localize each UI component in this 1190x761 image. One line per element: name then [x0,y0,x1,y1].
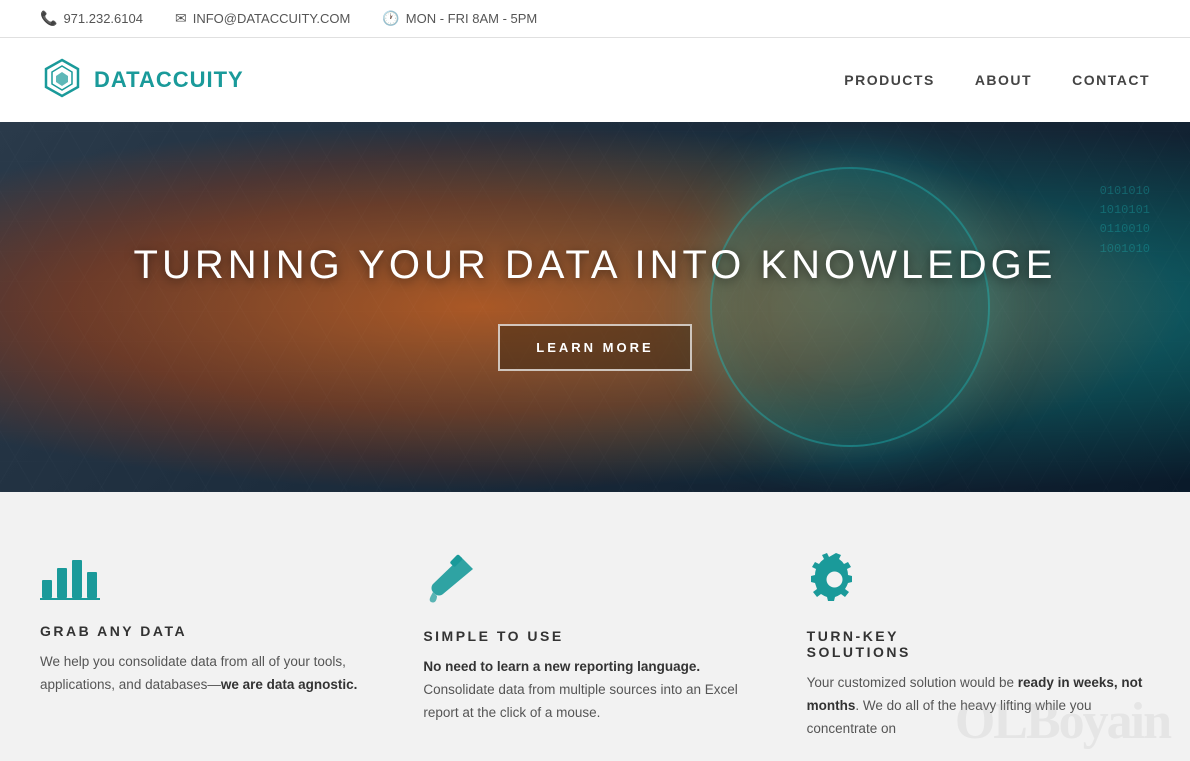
turnkey-icon-wrap [807,552,1150,612]
phone-icon: 📞 [40,10,57,27]
simple-icon-wrap [423,552,766,612]
hours-contact: 🕐 MON - FRI 8AM - 5PM [382,10,537,27]
phone-contact: 📞 971.232.6104 [40,10,143,27]
turnkey-desc: Your customized solution would be ready … [807,672,1150,741]
logo-icon [40,58,84,102]
logo-part2: CCUITY [156,67,244,92]
hero-title: TURNING YOUR DATA INTO KNOWLEDGE [134,243,1057,288]
binary-decoration: 0101010101010101100101001010 [1100,182,1150,259]
features-section: GRAB ANY DATA We help you consolidate da… [0,492,1190,761]
logo[interactable]: DATACCUITY [40,58,244,102]
top-bar: 📞 971.232.6104 ✉ INFO@DATACCUITY.COM 🕐 M… [0,0,1190,38]
turnkey-title: TURN-KEYSOLUTIONS [807,628,1150,660]
nav-contact[interactable]: CONTACT [1072,72,1150,88]
feature-simple-to-use: SIMPLE TO USE No need to learn a new rep… [423,552,766,741]
header: DATACCUITY PRODUCTS ABOUT CONTACT [0,38,1190,122]
simple-use-desc: No need to learn a new reporting languag… [423,656,766,725]
grab-data-icon-wrap [40,552,383,607]
business-hours: MON - FRI 8AM - 5PM [406,11,537,26]
features-wrapper: GRAB ANY DATA We help you consolidate da… [0,492,1190,761]
logo-text: DATACCUITY [94,67,244,93]
hero-content: TURNING YOUR DATA INTO KNOWLEDGE LEARN M… [134,243,1057,371]
feature-turn-key: TURN-KEYSOLUTIONS Your customized soluti… [807,552,1150,741]
grab-data-title: GRAB ANY DATA [40,623,383,639]
hero-section: 0101010101010101100101001010 TURNING YOU… [0,122,1190,492]
feature-grab-any-data: GRAB ANY DATA We help you consolidate da… [40,552,383,741]
paintbrush-icon [423,552,478,607]
email-contact: ✉ INFO@DATACCUITY.COM [175,10,350,27]
learn-more-button[interactable]: LEARN MORE [498,324,691,371]
nav-about[interactable]: ABOUT [975,72,1032,88]
email-address: INFO@DATACCUITY.COM [193,11,351,26]
phone-number: 971.232.6104 [63,11,143,26]
gear-icon [807,552,862,607]
logo-part1: DATA [94,67,156,92]
simple-use-title: SIMPLE TO USE [423,628,766,644]
clock-icon: 🕐 [382,10,399,27]
main-nav: PRODUCTS ABOUT CONTACT [844,72,1150,88]
nav-products[interactable]: PRODUCTS [844,72,935,88]
chart-bar-icon [40,552,100,602]
grab-data-desc: We help you consolidate data from all of… [40,651,383,697]
email-icon: ✉ [175,10,187,27]
